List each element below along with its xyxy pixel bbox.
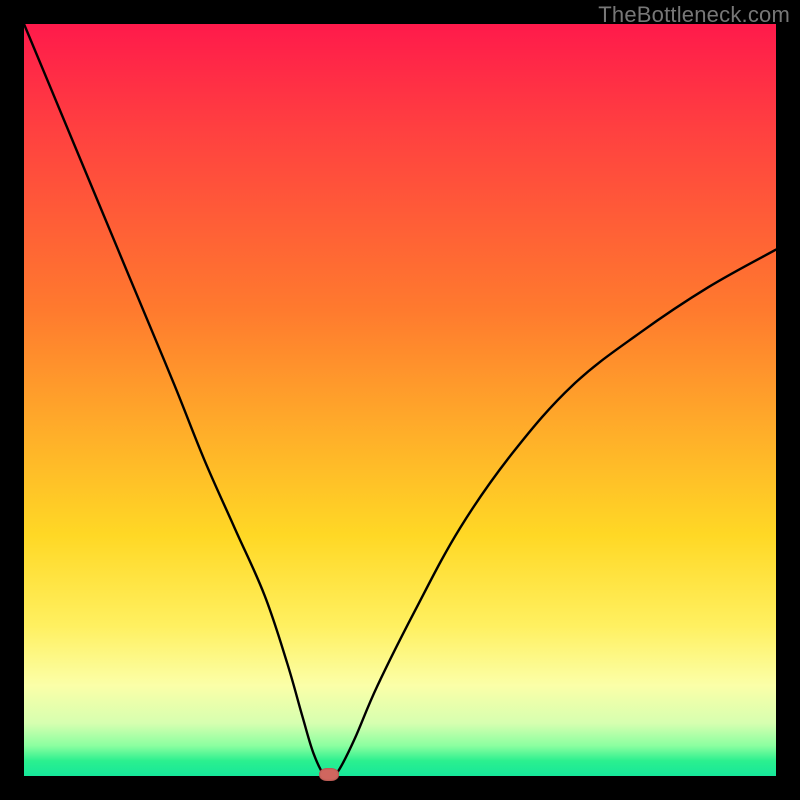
curve-svg — [24, 24, 776, 776]
bottleneck-curve-path — [24, 24, 776, 778]
chart-frame: TheBottleneck.com — [0, 0, 800, 800]
plot-area — [24, 24, 776, 776]
minimum-marker — [319, 768, 339, 781]
watermark-text: TheBottleneck.com — [598, 2, 790, 28]
